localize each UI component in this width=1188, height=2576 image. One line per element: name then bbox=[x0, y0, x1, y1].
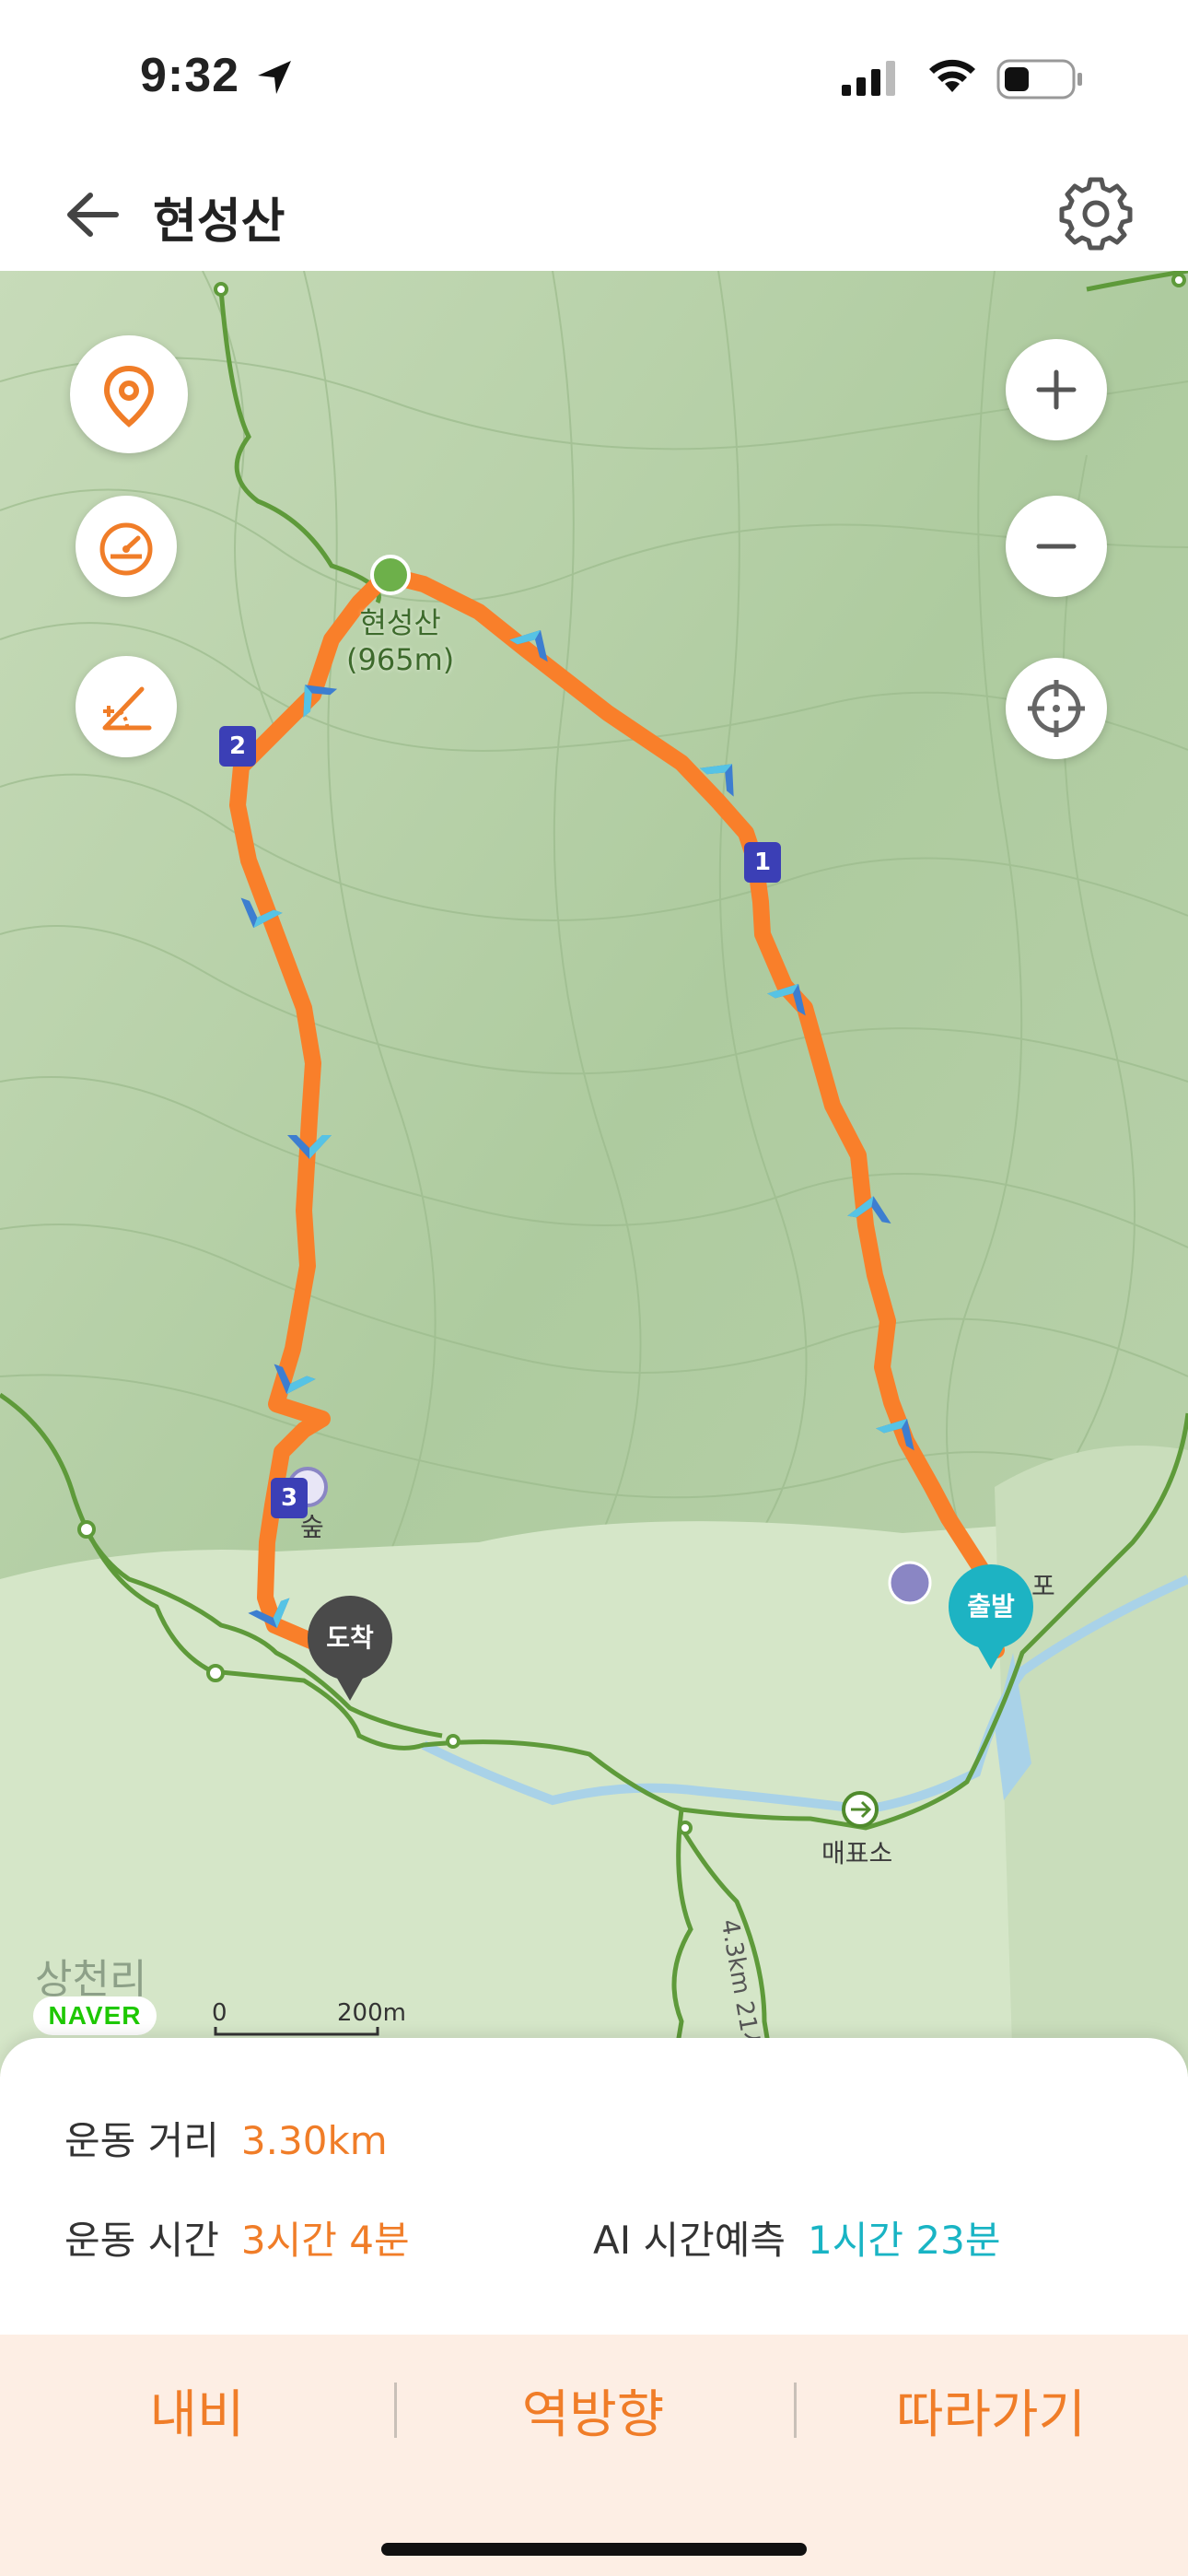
cellular-signal-icon bbox=[842, 61, 895, 96]
ai-estimate-value: 1시간 23분 bbox=[808, 2218, 1001, 2263]
back-arrow-icon[interactable] bbox=[59, 182, 133, 247]
slope-button[interactable] bbox=[76, 656, 177, 757]
end-pin[interactable]: 도착 bbox=[308, 1596, 392, 1701]
right-poi-label: 포 bbox=[1031, 1571, 1055, 1601]
naver-logo: NAVER bbox=[33, 1996, 157, 2035]
status-time: 9:32 bbox=[140, 49, 240, 102]
zoom-in-button[interactable] bbox=[1006, 339, 1107, 440]
peak-label: 현성산 (965m) bbox=[346, 605, 455, 677]
slope-icon bbox=[102, 686, 152, 731]
time-value: 3시간 4분 bbox=[240, 2218, 410, 2263]
ticket-office-label: 매표소 bbox=[821, 1838, 893, 1868]
wifi-icon bbox=[929, 59, 975, 92]
scale-zero-label: 0 bbox=[212, 1999, 227, 2027]
start-pin[interactable]: 출발 bbox=[949, 1564, 1033, 1669]
my-location-pin-button[interactable] bbox=[70, 335, 188, 453]
waypoint-marker-3[interactable]: 3 bbox=[271, 1478, 308, 1518]
current-location-button[interactable] bbox=[1006, 658, 1107, 759]
time-stat: 운동 시간 3시간 4분 bbox=[64, 2209, 410, 2266]
ai-estimate-label: AI 시간예측 bbox=[593, 2218, 786, 2263]
distance-label: 운동 거리 bbox=[64, 2118, 219, 2163]
waypoint-marker-2[interactable]: 2 bbox=[219, 726, 256, 767]
status-bar: 9:32 bbox=[0, 0, 1188, 157]
follow-button[interactable]: 따라가기 bbox=[798, 2373, 1184, 2448]
ai-estimate-stat: AI 시간예측 1시간 23분 bbox=[593, 2209, 1000, 2266]
zoom-out-button[interactable] bbox=[1006, 496, 1107, 597]
waypoint-marker-1[interactable]: 1 bbox=[744, 842, 781, 883]
gear-icon[interactable] bbox=[1059, 177, 1133, 251]
time-label: 운동 시간 bbox=[64, 2218, 219, 2263]
distance-stat: 운동 거리 3.30km bbox=[64, 2110, 388, 2166]
location-pin-icon bbox=[103, 365, 155, 427]
distance-value: 3.30km bbox=[240, 2118, 388, 2163]
action-divider bbox=[394, 2383, 397, 2438]
app-header: 현성산 bbox=[0, 157, 1188, 271]
battery-icon bbox=[996, 59, 1082, 100]
action-divider bbox=[794, 2383, 797, 2438]
zoom-in-icon bbox=[1036, 369, 1077, 410]
reverse-button[interactable]: 역방향 bbox=[400, 2373, 786, 2448]
route-map[interactable]: 현성산 (965m) 숲 포 매표소 상천리 4.3km 21시 1 2 3 출발… bbox=[0, 271, 1188, 2077]
speed-button[interactable] bbox=[76, 496, 177, 597]
navi-button[interactable]: 내비 bbox=[4, 2373, 390, 2448]
action-bar: 내비 역방향 따라가기 bbox=[0, 2335, 1188, 2576]
scale-distance-label: 200m bbox=[337, 1999, 406, 2027]
speedometer-icon bbox=[99, 522, 153, 576]
home-indicator[interactable] bbox=[381, 2543, 807, 2556]
zoom-out-icon bbox=[1036, 544, 1077, 549]
page-title: 현성산 bbox=[153, 194, 285, 250]
crosshair-icon bbox=[1028, 680, 1085, 737]
location-arrow-icon bbox=[258, 61, 291, 94]
